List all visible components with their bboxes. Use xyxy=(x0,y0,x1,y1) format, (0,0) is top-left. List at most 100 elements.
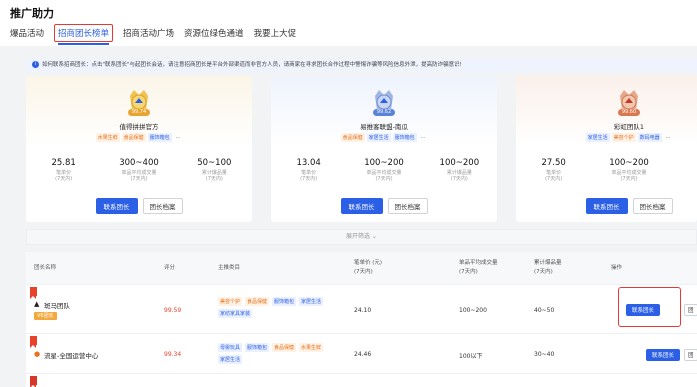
leader-name: 易推客联盟-南瓜 xyxy=(360,123,408,131)
level-badge: V6团长 xyxy=(34,312,57,320)
leader-name[interactable]: 流星-全国运营中心 xyxy=(44,350,98,360)
highlight-box xyxy=(618,287,681,327)
leader-table: 团长名称 评分 主推类目 笔单价 (元) (7天内) 单品平均成交量 (7天内)… xyxy=(26,252,697,387)
stat-total: 50~100 累计爆品量 (7天内) xyxy=(197,158,232,182)
leader-avatar-icon: ▲ xyxy=(34,300,40,308)
category-tag: 服饰箱包 xyxy=(392,133,417,142)
table-header: 团长名称 评分 主推类目 笔单价 (元) (7天内) 单品平均成交量 (7天内)… xyxy=(26,252,697,284)
category-tag: 食品保健 xyxy=(121,133,146,142)
stat-price: 27.50 笔单价 (7天内) xyxy=(541,158,566,182)
score-badge: 99.60 xyxy=(618,109,640,116)
leader-card-2: 99.62 易推客联盟-南瓜 食品保健 家居生活 服饰箱包 ··· 13.04 … xyxy=(271,76,497,222)
more-tags[interactable]: ··· xyxy=(174,134,183,142)
info-icon: i xyxy=(32,61,39,68)
leader-stats: 13.04 笔单价 (7天内) 100~200 单品平均成交量 (7天内) 10… xyxy=(271,158,497,182)
leader-card-3: 99.60 彩虹团队1 家居生活 美容个护 数码电器 ··· 27.50 笔单价… xyxy=(516,76,697,222)
leader-name: 值得拼拼官方 xyxy=(119,123,159,131)
stat-price: 25.81 笔单价 (7天内) xyxy=(51,158,76,182)
leader-avg-volume: 100以下 xyxy=(459,353,483,360)
contact-leader-button[interactable]: 联系团长 xyxy=(340,198,383,214)
category-tags: 美容个护 食品保健 服饰箱包 家居生活 家纺家具家装 xyxy=(218,297,348,321)
header-price: 笔单价 (元) (7天内) xyxy=(354,260,383,275)
leader-name[interactable]: 斑马团队 xyxy=(44,300,70,310)
table-row: ● 流星-全国运营中心 99.34 母婴玩具 服饰箱包 食品保健 水果生鲜 家居… xyxy=(26,333,697,373)
category-tag: 食品保健 xyxy=(245,297,270,306)
category-tag: 服饰箱包 xyxy=(147,133,172,142)
rank-1-icon xyxy=(30,287,37,299)
leader-profile-button[interactable]: 团长档案 xyxy=(632,198,673,214)
score-badge: 99.74 xyxy=(128,109,150,116)
leader-stats: 27.50 笔单价 (7天内) 100~200 单品平均成交量 (7天内) xyxy=(516,158,697,182)
leader-card-1: 99.74 值得拼拼官方 水果生鲜 食品保健 服饰箱包 ··· 25.81 笔单… xyxy=(26,76,252,222)
category-tag: 家居生活 xyxy=(366,133,391,142)
category-tag: 数码电器 xyxy=(637,133,662,142)
leader-profile-button[interactable]: 团长档案 xyxy=(387,198,428,214)
rank-2-icon xyxy=(30,336,37,348)
expand-filter-label: 展开筛选 xyxy=(346,233,371,240)
score-badge: 99.62 xyxy=(373,109,395,116)
stat-price: 13.04 笔单价 (7天内) xyxy=(296,158,321,182)
category-tag: 家居生活 xyxy=(585,133,610,142)
header-total: 累计爆品量 (7天内) xyxy=(534,260,562,275)
category-tag: 家居生活 xyxy=(299,297,324,306)
page-title: 推广助力 xyxy=(10,7,54,20)
tab-hot-activity[interactable]: 爆品活动 xyxy=(10,24,44,42)
expand-filter-button[interactable]: 展开筛选 ⌄ xyxy=(26,229,697,245)
page-header: 推广助力 爆品活动 招商团长榜单 招商活动广场 资源位绿色通道 我要上大促 xyxy=(0,0,697,46)
contact-leader-button[interactable]: 联系团长 xyxy=(95,198,138,214)
leader-price: 24.10 xyxy=(354,307,372,314)
category-tag: 服饰箱包 xyxy=(272,297,297,306)
leader-total: 30~40 xyxy=(534,351,555,358)
category-tag: 家居生活 xyxy=(218,355,243,364)
leader-score: 99.59 xyxy=(164,307,182,314)
leader-name: 彩虹团队1 xyxy=(613,123,645,131)
tab-leader-ranking[interactable]: 招商团长榜单 xyxy=(54,24,114,45)
chevron-down-icon: ⌄ xyxy=(371,233,377,240)
leader-price: 24.46 xyxy=(354,351,372,358)
category-tag: 服饰箱包 xyxy=(245,343,270,352)
leader-total: 40~50 xyxy=(534,307,555,314)
category-tag: 美容个护 xyxy=(611,133,636,142)
header-score: 评分 xyxy=(164,265,176,271)
tab-big-promotion[interactable]: 我要上大促 xyxy=(254,24,297,42)
category-tag: 水果生鲜 xyxy=(95,133,120,142)
tab-bar: 爆品活动 招商团长榜单 招商活动广场 资源位绿色通道 我要上大促 xyxy=(10,22,306,45)
stat-avg-volume: 300~400 单品平均成交量 (7天内) xyxy=(119,158,159,182)
leader-stats: 25.81 笔单价 (7天内) 300~400 单品平均成交量 (7天内) 50… xyxy=(26,158,252,182)
leader-profile-button[interactable]: 团 xyxy=(684,304,697,316)
more-tags[interactable]: ··· xyxy=(664,134,673,142)
tab-activity-square[interactable]: 招商活动广场 xyxy=(123,24,174,42)
header-avg-volume: 单品平均成交量 (7天内) xyxy=(459,260,498,275)
table-row: ▲ 斑马团队 V6团长 99.59 美容个护 食品保健 服饰箱包 家居生活 家纺… xyxy=(26,284,697,333)
stat-total: 100~200 累计爆品量 (7天内) xyxy=(439,158,480,182)
leader-score: 99.34 xyxy=(164,351,182,358)
category-tags: 母婴玩具 服饰箱包 食品保健 水果生鲜 家居生活 xyxy=(218,343,348,367)
category-tag: 食品保健 xyxy=(272,343,297,352)
category-tags: 水果生鲜 食品保健 服饰箱包 ··· xyxy=(26,133,252,142)
stat-total xyxy=(667,158,697,182)
category-tags: 食品保健 家居生活 服饰箱包 ··· xyxy=(271,133,497,142)
stat-avg-volume: 100~200 单品平均成交量 (7天内) xyxy=(364,158,404,182)
tab-green-channel[interactable]: 资源位绿色通道 xyxy=(184,24,244,42)
header-action: 操作 xyxy=(611,265,623,271)
more-tags[interactable]: ··· xyxy=(419,134,428,142)
rank-3-icon xyxy=(30,376,37,387)
header-category: 主推类目 xyxy=(218,265,241,271)
leader-avatar-icon: ● xyxy=(34,350,41,358)
stat-avg-volume: 100~200 单品平均成交量 (7天内) xyxy=(609,158,649,182)
contact-leader-button[interactable]: 联系团长 xyxy=(585,198,628,214)
category-tag: 水果生鲜 xyxy=(299,343,324,352)
leader-profile-button[interactable]: 团 xyxy=(684,349,697,361)
contact-leader-button[interactable]: 联系团长 xyxy=(646,349,681,361)
category-tag: 美容个护 xyxy=(218,297,243,306)
category-tags: 家居生活 美容个护 数码电器 ··· xyxy=(516,133,697,142)
table-row xyxy=(26,373,697,387)
header-name: 团长名称 xyxy=(34,265,57,271)
top-leader-cards: 99.74 值得拼拼官方 水果生鲜 食品保健 服饰箱包 ··· 25.81 笔单… xyxy=(26,76,697,222)
category-tag: 家纺家具家装 xyxy=(218,309,253,318)
leader-avg-volume: 100~200 xyxy=(459,307,487,314)
notice-text: 如何联系招商团长：点击"联系团长"与起团长会话，请注意招商团长是平台外部渠道而非… xyxy=(42,62,462,68)
leader-profile-button[interactable]: 团长档案 xyxy=(142,198,183,214)
category-tag: 母婴玩具 xyxy=(218,343,243,352)
category-tag: 食品保健 xyxy=(340,133,365,142)
